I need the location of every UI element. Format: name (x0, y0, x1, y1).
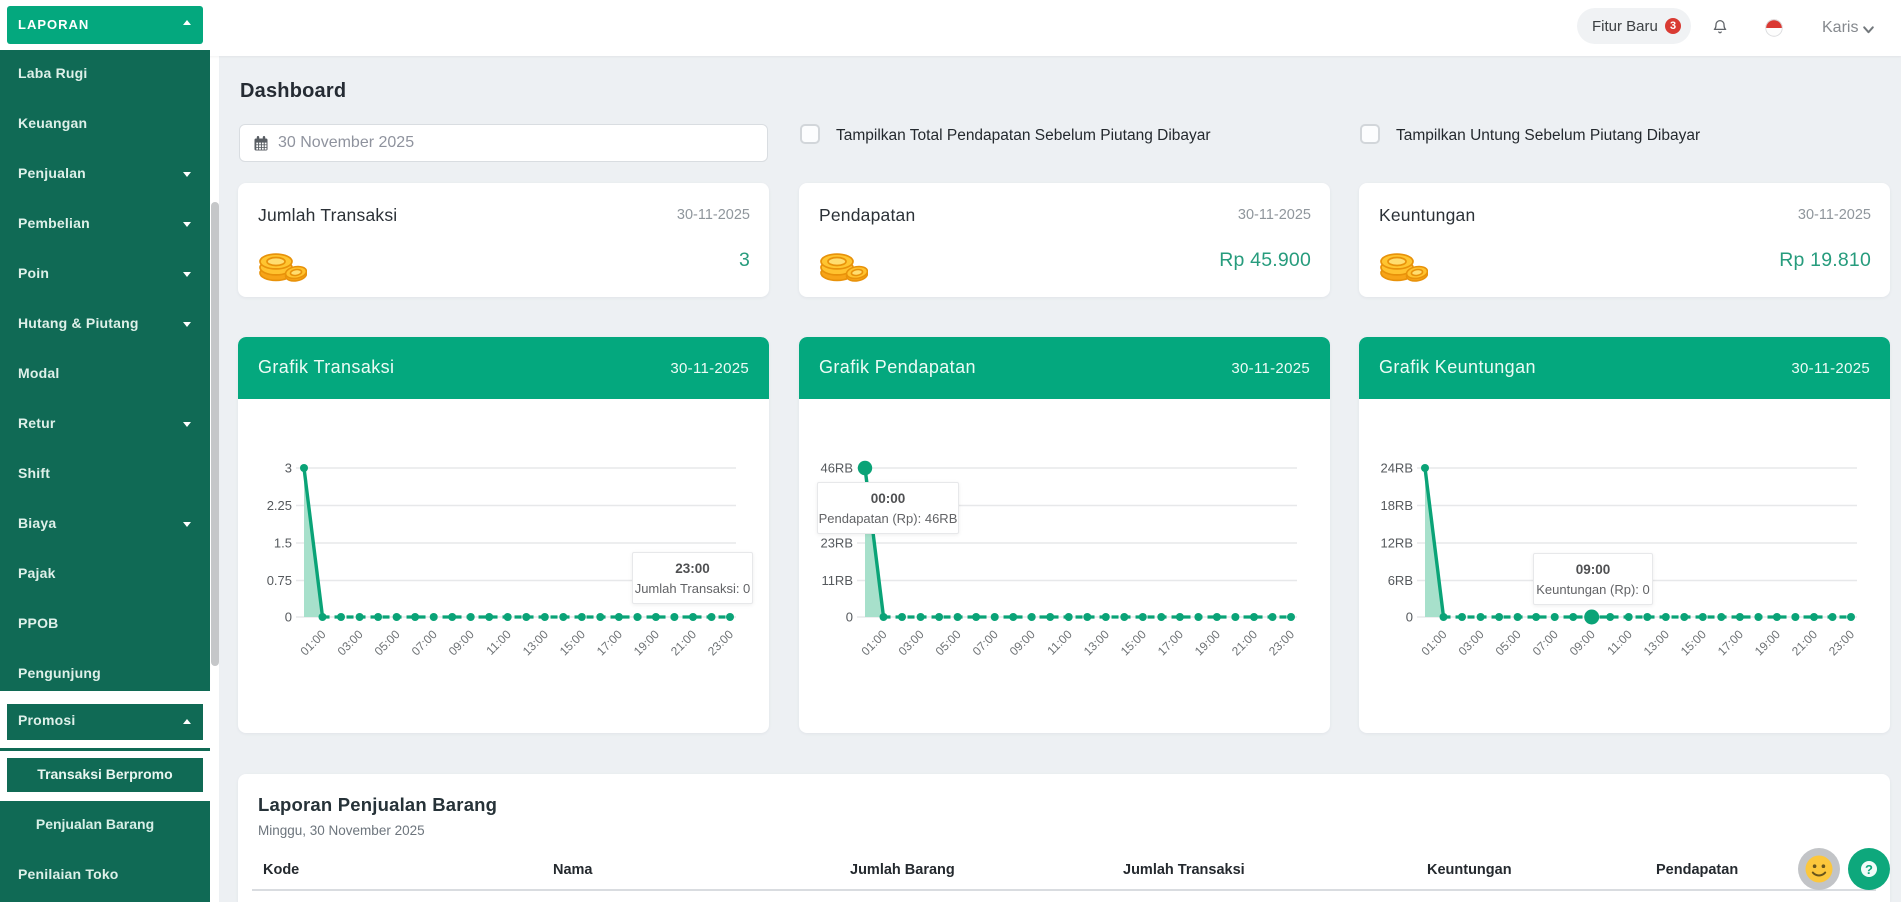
svg-text:23RB: 23RB (820, 536, 853, 551)
svg-text:2.25: 2.25 (267, 498, 292, 513)
svg-text:0: 0 (285, 610, 292, 625)
svg-text:03:00: 03:00 (335, 627, 366, 658)
svg-text:01:00: 01:00 (1418, 627, 1449, 658)
svg-text:23:00: 23:00 (1826, 627, 1857, 658)
svg-text:0: 0 (846, 610, 853, 625)
svg-text:17:00: 17:00 (594, 627, 625, 658)
svg-text:05:00: 05:00 (933, 627, 964, 658)
svg-text:3: 3 (285, 461, 292, 476)
svg-text:6RB: 6RB (1388, 573, 1413, 588)
svg-text:17:00: 17:00 (1155, 627, 1186, 658)
svg-text:19:00: 19:00 (1192, 627, 1223, 658)
svg-text:09:00: 09:00 (446, 627, 477, 658)
svg-text:21:00: 21:00 (1229, 627, 1260, 658)
svg-text:0.75: 0.75 (267, 573, 292, 588)
svg-text:07:00: 07:00 (970, 627, 1001, 658)
svg-text:05:00: 05:00 (372, 627, 403, 658)
svg-text:05:00: 05:00 (1493, 627, 1524, 658)
svg-text:0: 0 (1406, 610, 1413, 625)
svg-text:17:00: 17:00 (1715, 627, 1746, 658)
svg-text:23:00: 23:00 (705, 627, 736, 658)
svg-text:1.5: 1.5 (274, 536, 292, 551)
svg-text:21:00: 21:00 (668, 627, 699, 658)
svg-text:01:00: 01:00 (297, 627, 328, 658)
svg-text:15:00: 15:00 (1118, 627, 1149, 658)
svg-text:11:00: 11:00 (1604, 627, 1635, 658)
svg-text:03:00: 03:00 (1456, 627, 1487, 658)
svg-text:23:00: 23:00 (1266, 627, 1297, 658)
svg-text:15:00: 15:00 (557, 627, 588, 658)
svg-text:07:00: 07:00 (409, 627, 440, 658)
svg-text:18RB: 18RB (1380, 498, 1413, 513)
svg-text:24RB: 24RB (1380, 461, 1413, 476)
svg-text:11RB: 11RB (821, 573, 853, 588)
svg-text:13:00: 13:00 (1641, 627, 1672, 658)
svg-text:21:00: 21:00 (1789, 627, 1820, 658)
svg-text:15:00: 15:00 (1678, 627, 1709, 658)
svg-text:19:00: 19:00 (1752, 627, 1783, 658)
svg-text:01:00: 01:00 (858, 627, 889, 658)
svg-text:11:00: 11:00 (1044, 627, 1075, 658)
svg-text:13:00: 13:00 (520, 627, 551, 658)
svg-text:13:00: 13:00 (1081, 627, 1112, 658)
svg-text:09:00: 09:00 (1007, 627, 1038, 658)
svg-text:46RB: 46RB (820, 461, 853, 476)
svg-text:19:00: 19:00 (631, 627, 662, 658)
svg-text:12RB: 12RB (1380, 536, 1413, 551)
svg-text:09:00: 09:00 (1567, 627, 1598, 658)
svg-text:11:00: 11:00 (483, 627, 514, 658)
svg-text:03:00: 03:00 (896, 627, 927, 658)
svg-text:07:00: 07:00 (1530, 627, 1561, 658)
